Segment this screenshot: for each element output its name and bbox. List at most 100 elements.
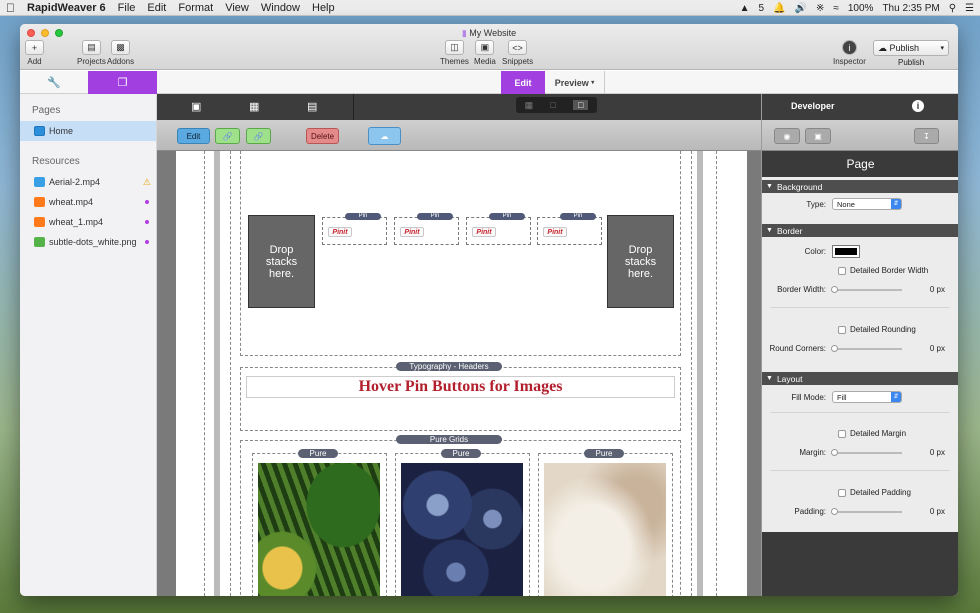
clock[interactable]: Thu 2:35 PM [882, 3, 939, 14]
unlink-button[interactable]: 🔗 [246, 128, 271, 144]
detailed-padding-row[interactable]: Detailed Padding [838, 488, 911, 497]
border-width-slider[interactable] [831, 285, 902, 293]
round-corners-slider[interactable] [831, 344, 902, 352]
padding-slider[interactable] [831, 507, 902, 515]
page-canvas: Drop stacks here. Drop stacks here. Pin … [176, 151, 747, 596]
border-section-header[interactable]: ▼ Border [762, 224, 958, 237]
menu-window[interactable]: Window [255, 2, 306, 14]
tab-preview[interactable]: Preview ▾ [545, 71, 605, 94]
resource-item[interactable]: subtle-dots_white.png [20, 232, 156, 252]
window-title: ▮ My Website [461, 28, 517, 38]
battery-label[interactable]: 100% [848, 3, 874, 14]
unlink-icon: 🔗 [253, 131, 264, 141]
margin-value: 0 px [929, 448, 945, 457]
stepper-icon: ⇵ [891, 392, 901, 402]
full-view-icon[interactable]: □ [572, 100, 589, 110]
checkbox[interactable] [838, 488, 846, 497]
page-item-home[interactable]: Home [20, 121, 156, 141]
square-view-icon[interactable]: □ [550, 100, 555, 110]
checkbox[interactable] [838, 325, 846, 334]
delete-button[interactable]: Delete [306, 128, 339, 144]
notification-icon[interactable]: 🔔 [773, 3, 785, 14]
link-button[interactable]: 🔗 [215, 128, 240, 144]
slider-knob[interactable] [831, 344, 838, 352]
info-icon[interactable]: i [912, 100, 924, 112]
drop-zone-left[interactable]: Drop stacks here. [248, 215, 315, 308]
menu-file[interactable]: File [112, 2, 142, 14]
background-section-header[interactable]: ▼ Background [762, 180, 958, 193]
menu-bar:  RapidWeaver 6 File Edit Format View Wi… [0, 0, 980, 16]
resource-item[interactable]: Aerial-2.mp4 ⚠ [20, 172, 156, 192]
divider [770, 412, 950, 413]
document-icon: ▮ [461, 28, 467, 38]
margin-slider[interactable] [831, 448, 902, 456]
add-button[interactable]: + Add [25, 40, 44, 66]
media-icon: ▣ [475, 40, 495, 55]
page-heading[interactable]: Hover Pin Buttons for Images [246, 376, 675, 398]
fill-mode-select[interactable]: Fill ⇵ [832, 391, 902, 403]
resource-item[interactable]: wheat.mp4 [20, 192, 156, 212]
menu-view[interactable]: View [219, 2, 255, 14]
image-icon[interactable]: ▤ [307, 100, 317, 113]
wifi-icon[interactable]: ≈ [833, 3, 839, 14]
search-icon[interactable]: ⚲ [949, 3, 956, 14]
drop-zone-right[interactable]: Drop stacks here. [607, 215, 674, 308]
guide-line [691, 151, 692, 596]
grids-label: Pure Grids [396, 435, 502, 444]
inspector-button[interactable]: i Inspector [833, 40, 866, 66]
volume-icon[interactable]: 🔊 [795, 3, 807, 14]
cloud-button[interactable]: ☁ [368, 127, 401, 145]
checkbox[interactable] [838, 266, 846, 275]
bluetooth-icon[interactable]: ※ [816, 3, 824, 14]
color-well[interactable] [832, 245, 860, 258]
box-icon[interactable]: ▣ [191, 100, 201, 113]
pinit-button[interactable]: Pinit [472, 227, 496, 237]
layout-section-header[interactable]: ▼ Layout [762, 372, 958, 385]
lock-button[interactable]: ▣ [805, 128, 831, 144]
resources-header: Resources [32, 156, 80, 167]
edit-stack-button[interactable]: Edit [177, 128, 210, 144]
media-button[interactable]: ▣ Media [474, 40, 496, 66]
inspector-panel: Developer i ◉ ▣ ↧ Page ▼ Background Type:… [761, 94, 958, 596]
pinit-button[interactable]: Pinit [328, 227, 352, 237]
snippets-button[interactable]: <> Snippets [502, 40, 533, 66]
layout-icon[interactable]: ▦ [249, 100, 259, 113]
tab-wrench[interactable]: 🔧 [20, 71, 88, 94]
pinit-button[interactable]: Pinit [400, 227, 424, 237]
image-file-icon [34, 237, 45, 247]
resource-item[interactable]: wheat_1.mp4 [20, 212, 156, 232]
publish-button[interactable]: ☁ Publish ▾ [873, 40, 949, 56]
tab-pages[interactable]: ❐ [88, 71, 157, 94]
menu-edit[interactable]: Edit [141, 2, 172, 14]
detailed-margin-row[interactable]: Detailed Margin [838, 429, 906, 438]
tab-edit[interactable]: Edit [501, 71, 545, 94]
slider-knob[interactable] [831, 448, 838, 456]
projects-button[interactable]: ▤ Projects [77, 40, 106, 66]
adobe-icon[interactable]: ▲ [740, 3, 750, 14]
pinit-button[interactable]: Pinit [543, 227, 567, 237]
grid-view-icon[interactable]: ▦ [525, 100, 534, 111]
type-select[interactable]: None ⇵ [832, 198, 902, 210]
detailed-border-width-row[interactable]: Detailed Border Width [838, 266, 928, 275]
tab-bar: 🔧 ❐ Edit Preview ▾ [20, 71, 958, 94]
addons-button[interactable]: ▩ Addons [107, 40, 134, 66]
round-corners-value: 0 px [929, 344, 945, 353]
menu-help[interactable]: Help [306, 2, 341, 14]
apple-menu-icon[interactable]:  [0, 1, 21, 15]
checkbox[interactable] [838, 429, 846, 438]
themes-button[interactable]: ◫ Themes [440, 40, 469, 66]
slider-knob[interactable] [831, 507, 838, 515]
triangle-down-icon: ▼ [766, 375, 773, 382]
detailed-rounding-row[interactable]: Detailed Rounding [838, 325, 916, 334]
guide-line [697, 151, 703, 596]
menu-format[interactable]: Format [172, 2, 219, 14]
app-menu[interactable]: RapidWeaver 6 [21, 2, 112, 14]
slider-knob[interactable] [831, 285, 838, 293]
download-button[interactable]: ↧ [914, 128, 939, 144]
developer-label[interactable]: Developer [791, 101, 835, 111]
view-toggle[interactable]: ▦ □ □ [516, 97, 597, 113]
pin-label: Pin [345, 213, 381, 220]
visibility-button[interactable]: ◉ [774, 128, 800, 144]
list-icon[interactable]: ☰ [965, 3, 974, 14]
status-badge[interactable]: 5 [759, 3, 765, 14]
